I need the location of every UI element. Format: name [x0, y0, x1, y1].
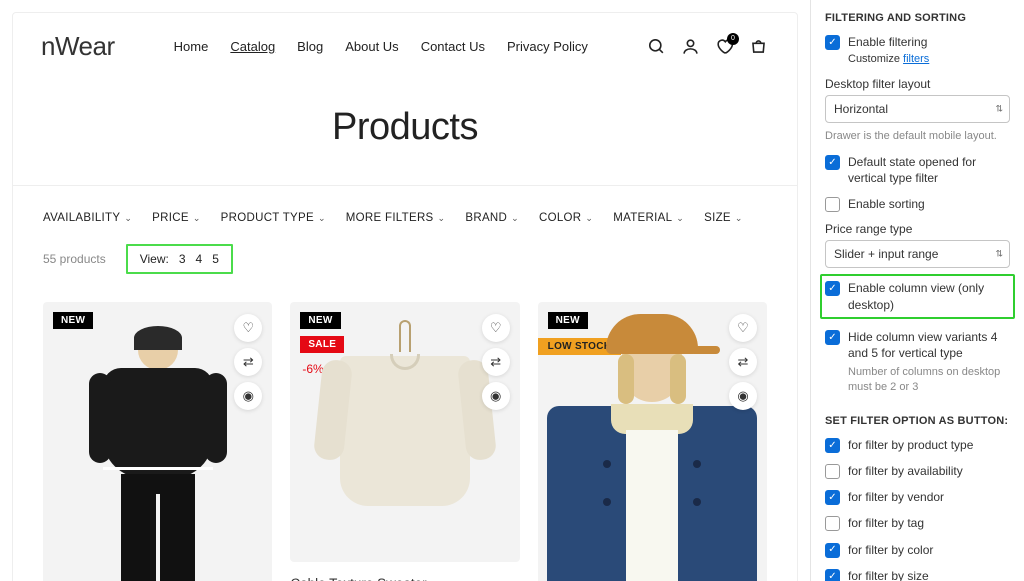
quickview-icon[interactable]: ◉	[234, 382, 262, 410]
quickview-icon[interactable]: ◉	[482, 382, 510, 410]
compare-icon[interactable]: ⇄	[729, 348, 757, 376]
wishlist-count: 0	[727, 33, 739, 45]
view-4[interactable]: 4	[196, 252, 203, 266]
product-card[interactable]: NEW LOW STOCK ♡	[538, 302, 767, 581]
wishlist-icon[interactable]: 0	[715, 37, 735, 57]
product-card[interactable]: NEW SALE -6% ♡ ⇄ ◉ Cable Texture Sweater…	[290, 302, 519, 581]
cart-icon[interactable]	[749, 37, 769, 57]
nav-contact[interactable]: Contact Us	[421, 39, 485, 54]
nav-blog[interactable]: Blog	[297, 39, 323, 54]
desktop-layout-select[interactable]: Horizontal	[825, 95, 1010, 123]
checkbox-checked-icon[interactable]: ✓	[825, 330, 840, 345]
setting-filter-product-type[interactable]: ✓for filter by product type	[825, 437, 1010, 453]
sale-badge: SALE	[300, 336, 344, 353]
discount-badge: -6%	[302, 362, 323, 376]
filter-brand[interactable]: BRAND⌄	[465, 212, 519, 224]
setting-filter-vendor[interactable]: ✓for filter by vendor	[825, 489, 1010, 505]
compare-icon[interactable]: ⇄	[482, 348, 510, 376]
hide-column-hint: Number of columns on desktop must be 2 o…	[848, 365, 1010, 395]
section-title: SET FILTER OPTION AS BUTTON:	[825, 415, 1010, 427]
chevron-down-icon: ⌄	[735, 213, 743, 224]
checkbox-checked-icon[interactable]: ✓	[825, 35, 840, 50]
checkbox-unchecked-icon[interactable]	[825, 197, 840, 212]
setting-hide-column-variants[interactable]: ✓ Hide column view variants 4 and 5 for …	[825, 329, 1010, 361]
product-title[interactable]: Cable Texture Sweater	[290, 576, 519, 581]
compare-icon[interactable]: ⇄	[234, 348, 262, 376]
checkbox-unchecked-icon[interactable]	[825, 516, 840, 531]
topbar-icons: 0	[647, 37, 769, 57]
product-image: NEW SALE -6% ♡ ⇄ ◉	[290, 302, 519, 562]
drawer-hint: Drawer is the default mobile layout.	[825, 129, 1010, 144]
filter-more[interactable]: MORE FILTERS⌄	[346, 212, 446, 224]
checkbox-unchecked-icon[interactable]	[825, 464, 840, 479]
section-title: FILTERING AND SORTING	[825, 12, 1010, 24]
nav-privacy[interactable]: Privacy Policy	[507, 39, 588, 54]
setting-enable-sorting[interactable]: Enable sorting	[825, 196, 1010, 212]
chevron-down-icon: ⌄	[193, 213, 201, 224]
checkbox-checked-icon[interactable]: ✓	[825, 543, 840, 558]
checkbox-checked-icon[interactable]: ✓	[825, 490, 840, 505]
highlighted-setting: ✓ Enable column view (only desktop)	[820, 274, 1015, 318]
new-badge: NEW	[300, 312, 340, 329]
storefront-preview[interactable]: nWear Home Catalog Blog About Us Contact…	[0, 0, 810, 581]
chevron-down-icon: ⌄	[511, 213, 519, 224]
setting-enable-filtering[interactable]: ✓ Enable filtering Customize filters	[825, 34, 1010, 67]
main-nav: Home Catalog Blog About Us Contact Us Pr…	[174, 39, 588, 54]
brand-logo[interactable]: nWear	[41, 31, 115, 62]
view-5[interactable]: 5	[212, 252, 219, 266]
chevron-down-icon: ⌄	[438, 213, 446, 224]
checkbox-checked-icon[interactable]: ✓	[825, 155, 840, 170]
checkbox-checked-icon[interactable]: ✓	[825, 569, 840, 581]
filter-bar: AVAILABILITY⌄ PRICE⌄ PRODUCT TYPE⌄ MORE …	[13, 185, 797, 288]
filter-color[interactable]: COLOR⌄	[539, 212, 593, 224]
nav-about[interactable]: About Us	[345, 39, 398, 54]
chevron-down-icon: ⌄	[124, 213, 132, 224]
wishlist-icon[interactable]: ♡	[482, 314, 510, 342]
price-range-label: Price range type	[825, 222, 1010, 236]
customize-filters-link[interactable]: filters	[903, 53, 929, 65]
product-image: NEW LOW STOCK ♡	[538, 302, 767, 581]
setting-default-state[interactable]: ✓ Default state opened for vertical type…	[825, 154, 1010, 186]
account-icon[interactable]	[681, 37, 701, 57]
product-card[interactable]: NEW ♡ ⇄ ◉	[43, 302, 272, 581]
filter-availability[interactable]: AVAILABILITY⌄	[43, 212, 132, 224]
settings-panel[interactable]: FILTERING AND SORTING ✓ Enable filtering…	[810, 0, 1024, 581]
wishlist-icon[interactable]: ♡	[234, 314, 262, 342]
setting-filter-tag[interactable]: for filter by tag	[825, 515, 1010, 531]
checkbox-checked-icon[interactable]: ✓	[825, 438, 840, 453]
product-grid: NEW ♡ ⇄ ◉ NEW	[13, 288, 797, 581]
filter-product-type[interactable]: PRODUCT TYPE⌄	[221, 212, 326, 224]
chevron-down-icon: ⌄	[318, 213, 326, 224]
page-title: Products	[13, 80, 797, 185]
search-icon[interactable]	[647, 37, 667, 57]
chevron-down-icon: ⌄	[676, 213, 684, 224]
setting-filter-size[interactable]: ✓for filter by size	[825, 568, 1010, 581]
view-3[interactable]: 3	[179, 252, 186, 266]
nav-catalog[interactable]: Catalog	[230, 39, 275, 54]
quickview-icon[interactable]: ◉	[729, 382, 757, 410]
setting-filter-color[interactable]: ✓for filter by color	[825, 542, 1010, 558]
desktop-layout-label: Desktop filter layout	[825, 77, 1010, 91]
view-label: View:	[140, 252, 169, 266]
checkbox-checked-icon[interactable]: ✓	[825, 281, 840, 296]
view-switcher: View: 3 4 5	[126, 244, 233, 274]
nav-home[interactable]: Home	[174, 39, 209, 54]
product-count: 55 products	[43, 252, 106, 266]
product-image: NEW ♡ ⇄ ◉	[43, 302, 272, 581]
price-range-select[interactable]: Slider + input range	[825, 240, 1010, 268]
filter-size[interactable]: SIZE⌄	[704, 212, 743, 224]
new-badge: NEW	[53, 312, 93, 329]
filter-price[interactable]: PRICE⌄	[152, 212, 201, 224]
chevron-down-icon: ⌄	[585, 213, 593, 224]
filter-material[interactable]: MATERIAL⌄	[613, 212, 684, 224]
setting-filter-availability[interactable]: for filter by availability	[825, 463, 1010, 479]
setting-enable-column-view[interactable]: ✓ Enable column view (only desktop)	[825, 280, 1010, 312]
top-bar: nWear Home Catalog Blog About Us Contact…	[13, 13, 797, 80]
wishlist-icon[interactable]: ♡	[729, 314, 757, 342]
